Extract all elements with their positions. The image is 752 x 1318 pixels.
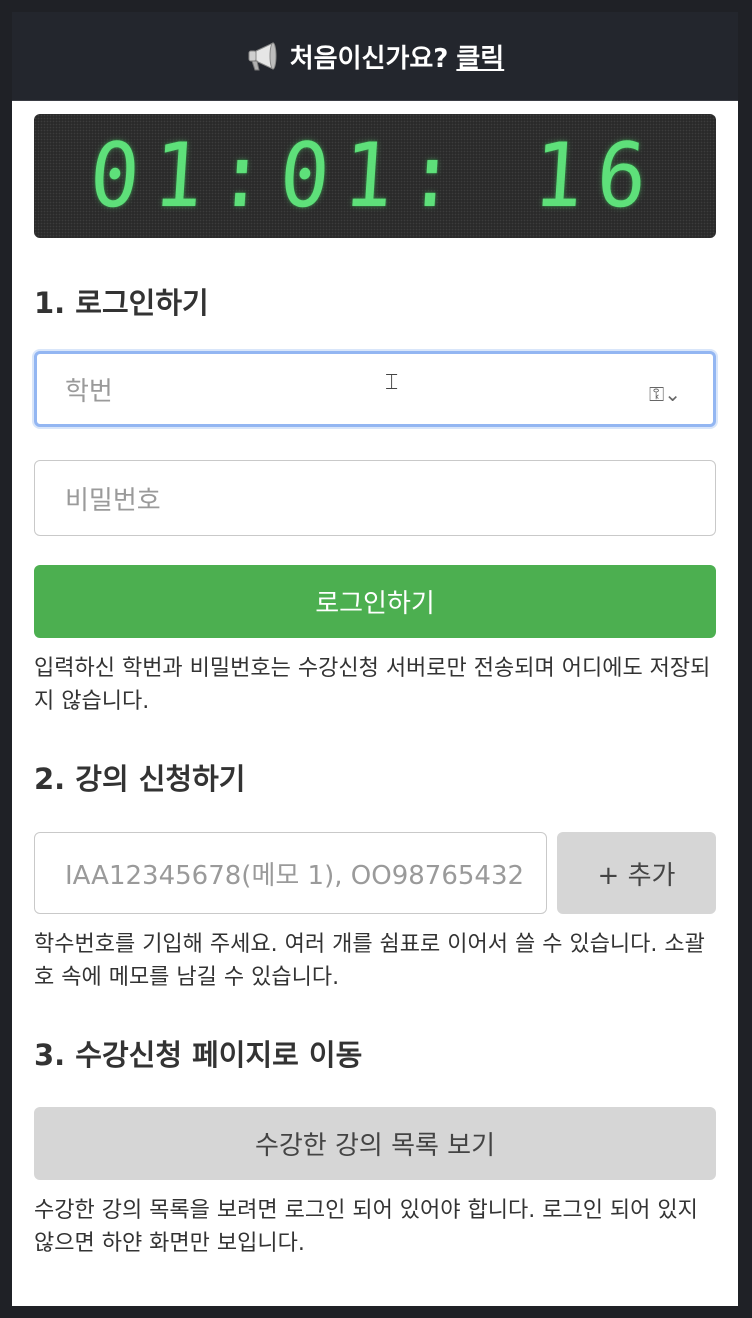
login-section-title: 1. 로그인하기 [34, 286, 209, 320]
apply-section-title: 2. 강의 신청하기 [34, 762, 246, 796]
view-enrolled-courses-button[interactable]: 수강한 강의 목록 보기 [34, 1107, 716, 1180]
course-code-placeholder: IAA12345678(메모 1), OO98765432 [65, 860, 525, 891]
app-frame: 처음이신가요? 클릭 01:01: 16 1. 로그인하기 학번 ⌶ ⚿⌄ 비밀… [12, 12, 738, 1306]
megaphone-icon [246, 39, 280, 73]
move-note: 수강한 강의 목록을 보려면 로그인 되어 있어야 합니다. 로그인 되어 있지… [34, 1198, 698, 1256]
move-section-title: 3. 수강신청 페이지로 이동 [34, 1038, 363, 1072]
clock-time: 01:01: 16 [86, 124, 664, 228]
banner-text: 처음이신가요? [289, 43, 449, 74]
top-banner[interactable]: 처음이신가요? 클릭 [12, 12, 738, 101]
text-cursor-icon: ⌶ [385, 370, 399, 395]
student-id-placeholder: 학번 [65, 376, 113, 407]
student-id-input[interactable]: 학번 ⌶ ⚿⌄ [34, 351, 716, 427]
password-input[interactable]: 비밀번호 [34, 460, 716, 536]
course-code-input[interactable]: IAA12345678(메모 1), OO98765432 [34, 832, 547, 914]
login-note: 입력하신 학번과 비밀번호는 수강신청 서버로만 전송되며 어디에도 저장되지 … [34, 656, 711, 714]
add-course-button[interactable]: + 추가 [557, 832, 716, 914]
key-autofill-icon[interactable]: ⚿⌄ [649, 382, 681, 406]
password-placeholder: 비밀번호 [65, 485, 161, 516]
countdown-clock: 01:01: 16 [34, 114, 716, 238]
banner-click-link[interactable]: 클릭 [456, 38, 504, 75]
apply-note: 학수번호를 기입해 주세요. 여러 개를 쉼표로 이어서 쓸 수 있습니다. 소… [34, 932, 705, 990]
login-button[interactable]: 로그인하기 [34, 565, 716, 638]
